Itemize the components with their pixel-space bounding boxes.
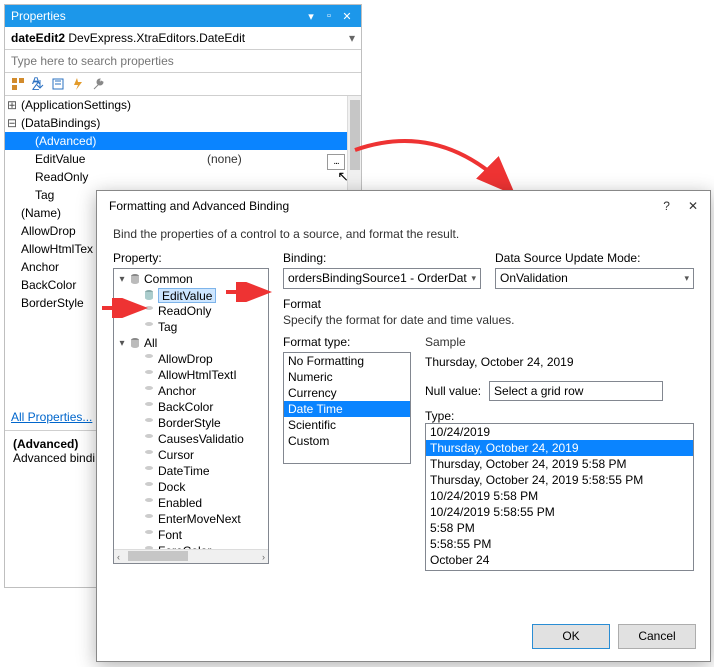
alphabetical-icon[interactable]: AZ [29,75,47,93]
prop-row-databindings[interactable]: ⊟ (DataBindings) [5,114,361,132]
list-item[interactable]: Thursday, October 24, 2019 [426,440,693,456]
binding-combo[interactable]: ordersBindingSource1 - OrderDat ▾ [283,268,481,289]
mode-value: OnValidation [500,269,568,288]
sample-label: Sample [425,335,694,349]
object-selector[interactable]: dateEdit2 DevExpress.XtraEditors.DateEdi… [5,27,361,50]
expand-icon[interactable]: ⊞ [5,98,19,112]
sample-value: Thursday, October 24, 2019 [425,355,694,369]
list-item[interactable]: Currency [284,385,410,401]
property-tree[interactable]: ▾Common EditValue ReadOnly Tag ▾All Allo… [113,268,269,564]
properties-titlebar: Properties ▾ ▫ ✕ [5,5,361,27]
tree-node-tag[interactable]: Tag [116,319,268,335]
object-name: dateEdit2 [11,31,65,45]
events-icon[interactable] [69,75,87,93]
format-sub: Specify the format for date and time val… [283,313,694,327]
property-label: Property: [113,251,269,265]
tree-node-readonly[interactable]: ReadOnly [116,303,268,319]
tree-node[interactable]: AllowHtmlTextI [116,367,268,383]
categorized-icon[interactable] [9,75,27,93]
tree-node[interactable]: DateTime [116,463,268,479]
prop-row-advanced[interactable]: (Advanced) [5,132,361,150]
horizontal-scrollbar[interactable]: ‹› [114,549,268,563]
null-value-input[interactable] [489,381,663,401]
advanced-binding-dialog: Formatting and Advanced Binding ? ✕ Bind… [96,190,711,662]
help-icon[interactable]: ? [663,199,670,213]
tree-node[interactable]: Enabled [116,495,268,511]
dialog-intro: Bind the properties of a control to a so… [113,227,694,241]
type-list[interactable]: 10/24/2019Thursday, October 24, 2019Thur… [425,423,694,571]
all-properties-link[interactable]: All Properties... [5,406,98,428]
tree-node[interactable]: EnterMoveNext [116,511,268,527]
ok-button[interactable]: OK [532,624,610,649]
tree-node[interactable]: BorderStyle [116,415,268,431]
cancel-button[interactable]: Cancel [618,624,696,649]
prop-row-readonly[interactable]: ReadOnly [5,168,361,186]
collapse-icon[interactable]: ⊟ [5,116,19,130]
tree-node[interactable]: CausesValidatio [116,431,268,447]
tree-node[interactable]: Dock [116,479,268,495]
mode-label: Data Source Update Mode: [495,251,694,265]
search-input[interactable] [5,50,361,73]
list-item[interactable]: Date Time [284,401,410,417]
binding-value: ordersBindingSource1 - OrderDat [288,269,467,288]
prop-row-appsettings[interactable]: ⊞ (ApplicationSettings) [5,96,361,114]
dropdown-icon[interactable]: ▾ [303,8,319,24]
list-item[interactable]: 5:58 PM [426,520,693,536]
wrench-icon[interactable] [89,75,107,93]
tree-node-editvalue[interactable]: EditValue [116,287,268,303]
binding-label: Binding: [283,251,481,265]
list-item[interactable]: Numeric [284,369,410,385]
chevron-down-icon[interactable]: ▾ [349,31,355,45]
list-item[interactable]: October 24 [426,552,693,568]
list-item[interactable]: 5:58:55 PM [426,536,693,552]
list-item[interactable]: 10/24/2019 [426,424,693,440]
list-item[interactable]: Scientific [284,417,410,433]
list-item[interactable]: No Formatting [284,353,410,369]
list-item[interactable]: 10/24/2019 5:58:55 PM [426,504,693,520]
format-title: Format [283,297,694,311]
properties-toolbar: AZ [5,73,361,96]
tree-node[interactable]: Font [116,527,268,543]
format-type-list[interactable]: No FormattingNumericCurrencyDate TimeSci… [283,352,411,464]
list-item[interactable]: Thursday, October 24, 2019 5:58 PM [426,456,693,472]
object-type: DevExpress.XtraEditors.DateEdit [68,31,245,45]
tree-node[interactable]: AllowDrop [116,351,268,367]
chevron-down-icon: ▾ [684,269,689,288]
svg-text:Z: Z [32,79,39,91]
format-type-label: Format type: [283,335,411,349]
close-icon[interactable]: ✕ [688,199,698,213]
list-item[interactable]: 10/24/2019 5:58 PM [426,488,693,504]
mode-combo[interactable]: OnValidation ▾ [495,268,694,289]
list-item[interactable]: Custom [284,433,410,449]
properties-title: Properties [11,9,66,23]
null-value-label: Null value: [425,384,481,398]
dialog-title: Formatting and Advanced Binding [109,199,289,213]
desc-text: Advanced bindi [13,451,95,465]
prop-row-editvalue[interactable]: EditValue (none) [5,150,361,168]
ellipsis-button[interactable]: ... [327,154,345,170]
list-item[interactable]: Thursday, October 24, 2019 5:58:55 PM [426,472,693,488]
chevron-down-icon: ▾ [471,269,476,288]
pin-icon[interactable]: ▫ [321,8,337,24]
type-label: Type: [425,409,694,423]
favorites-icon[interactable] [49,75,67,93]
dialog-titlebar: Formatting and Advanced Binding ? ✕ [97,191,710,221]
close-icon[interactable]: ✕ [339,8,355,24]
tree-node[interactable]: BackColor [116,399,268,415]
tree-node[interactable]: Cursor [116,447,268,463]
tree-node-all[interactable]: ▾All [116,335,268,351]
tree-node[interactable]: Anchor [116,383,268,399]
tree-node-common[interactable]: ▾Common [116,271,268,287]
